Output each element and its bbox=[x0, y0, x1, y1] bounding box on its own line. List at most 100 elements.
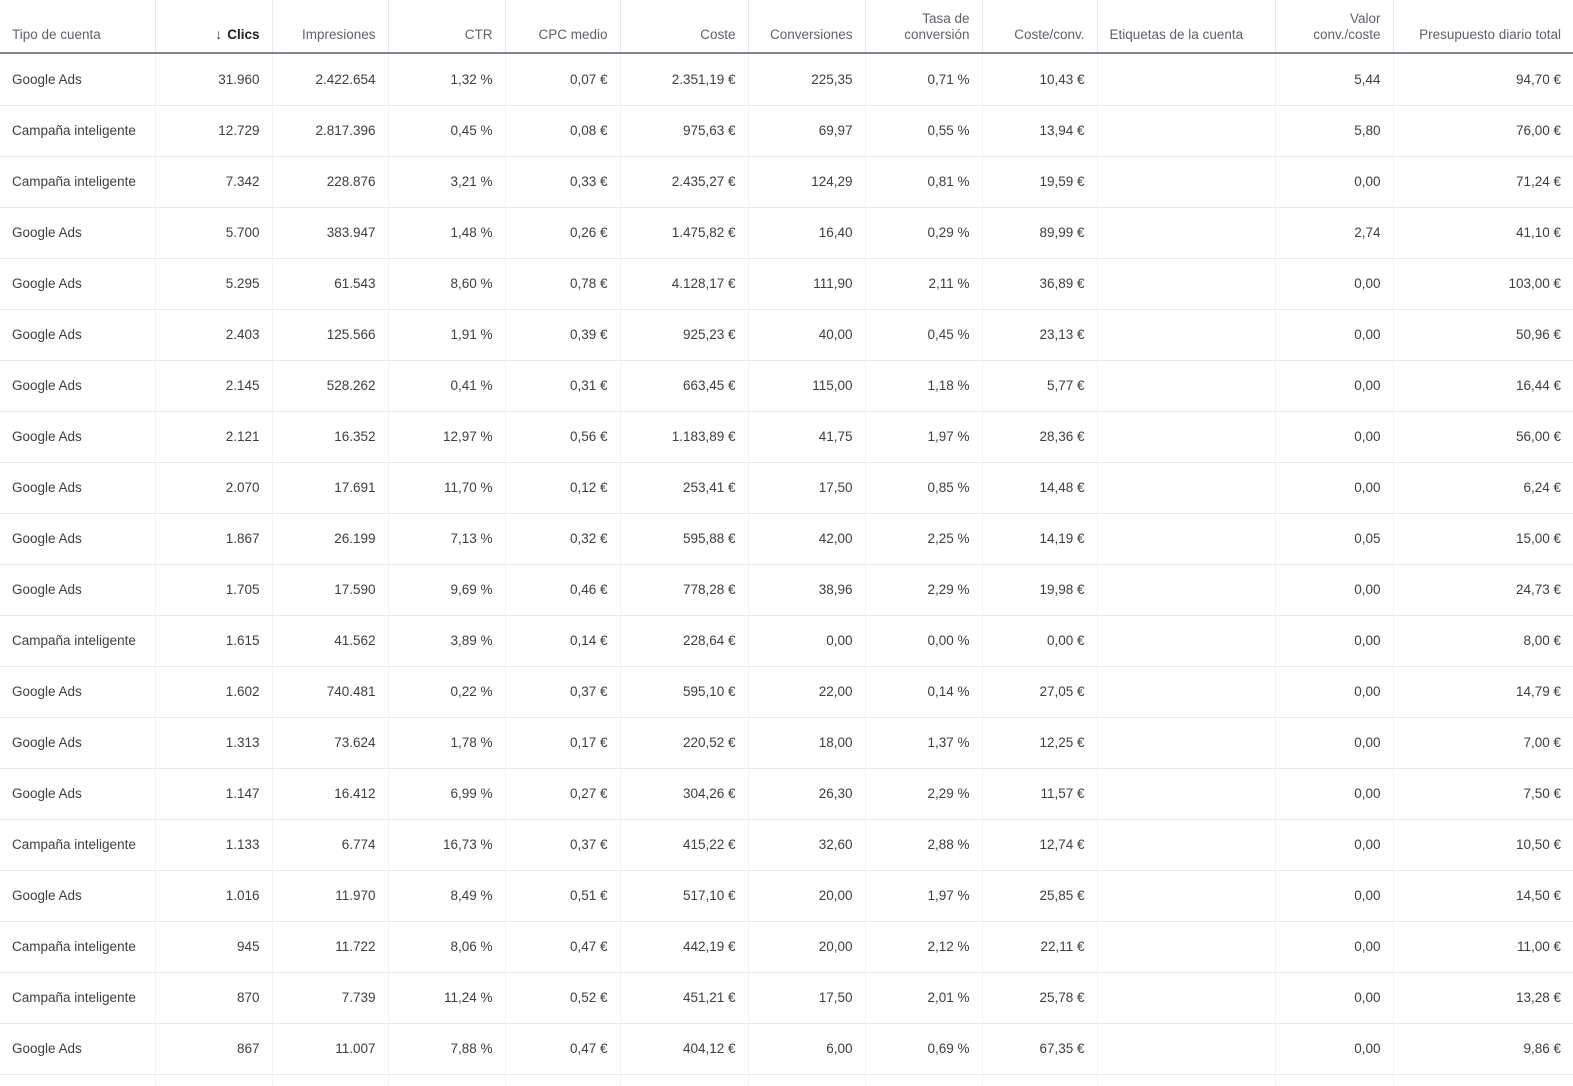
cell-clics: 31.960 bbox=[155, 54, 273, 106]
cell-etiquetas bbox=[1097, 615, 1276, 667]
cell-tipo_de_cuenta: Google Ads bbox=[0, 309, 156, 361]
table-row[interactable]: Google Ads 2.145 528.262 0,41 % 0,31 €663,45… bbox=[0, 360, 1573, 412]
table-row[interactable]: Google Ads 2.121 16.352 12,97 % 0,56 €1.183,… bbox=[0, 411, 1573, 463]
column-header-label: Tipo de cuenta bbox=[12, 27, 101, 43]
cell-coste_conv: 25,78 € bbox=[982, 972, 1098, 1024]
cell-presupuesto: 56,00 € bbox=[1393, 411, 1573, 463]
table-row[interactable]: Google Ads 5.700 383.947 1,48 % 0,26 €1.475,… bbox=[0, 207, 1573, 259]
cell-impresiones: 16.352 bbox=[272, 411, 389, 463]
cell-tipo_de_cuenta: Campaña inteligente bbox=[0, 819, 156, 871]
table-row[interactable]: Google Ads 1.602 740.481 0,22 % 0,37 €595,10… bbox=[0, 666, 1573, 718]
cell-tasa_conversion: 2,01 % bbox=[865, 972, 983, 1024]
cell-clics-partial bbox=[155, 1074, 273, 1086]
cell-cpc_medio: 0,39 € bbox=[505, 309, 621, 361]
column-header-conversiones[interactable]: Conversiones bbox=[748, 0, 866, 52]
cell-valor_conv_coste-partial bbox=[1275, 1074, 1394, 1086]
column-header-coste_conv[interactable]: Coste/conv. bbox=[982, 0, 1098, 52]
cell-valor_conv_coste: 0,00 bbox=[1275, 564, 1394, 616]
cell-conversiones: 225,35 bbox=[748, 54, 866, 106]
table-row[interactable]: Google Ads 2.403 125.566 1,91 % 0,39 €925,23… bbox=[0, 309, 1573, 361]
cell-tasa_conversion: 1,97 % bbox=[865, 411, 983, 463]
table-row[interactable]: Campaña inteligente 12.729 2.817.396 0,45 %… bbox=[0, 105, 1573, 157]
cell-clics: 12.729 bbox=[155, 105, 273, 157]
cell-ctr: 1,48 % bbox=[388, 207, 506, 259]
table-row[interactable]: Campaña inteligente 1.615 41.562 3,89 % 0,14… bbox=[0, 615, 1573, 667]
cell-tasa_conversion: 0,14 % bbox=[865, 666, 983, 718]
cell-tipo_de_cuenta: Google Ads bbox=[0, 666, 156, 718]
cell-cpc_medio-partial bbox=[505, 1074, 621, 1086]
cell-conversiones: 6,00 bbox=[748, 1023, 866, 1075]
cell-presupuesto-partial bbox=[1393, 1074, 1573, 1086]
cell-etiquetas bbox=[1097, 309, 1276, 361]
cell-etiquetas bbox=[1097, 258, 1276, 310]
cell-impresiones: 11.722 bbox=[272, 921, 389, 973]
column-header-presupuesto[interactable]: Presupuesto diario total bbox=[1393, 0, 1573, 52]
table-row[interactable]: Campaña inteligente 7.342 228.876 3,21 % 0,3… bbox=[0, 156, 1573, 208]
cell-cpc_medio: 0,78 € bbox=[505, 258, 621, 310]
cell-ctr: 0,45 % bbox=[388, 105, 506, 157]
column-header-cpc_medio[interactable]: CPC medio bbox=[505, 0, 621, 52]
column-header-ctr[interactable]: CTR bbox=[388, 0, 506, 52]
column-header-label: CPC medio bbox=[538, 27, 608, 43]
cell-etiquetas bbox=[1097, 870, 1276, 922]
cell-impresiones: 2.422.654 bbox=[272, 54, 389, 106]
table-row[interactable]: Google Ads 2.070 17.691 11,70 % 0,12 €253,41… bbox=[0, 462, 1573, 514]
table-row[interactable]: Google Ads 5.295 61.543 8,60 % 0,78 €4.128,1… bbox=[0, 258, 1573, 310]
cell-coste: 1.475,82 € bbox=[620, 207, 749, 259]
cell-ctr: 6,99 % bbox=[388, 768, 506, 820]
cell-coste: 778,28 € bbox=[620, 564, 749, 616]
cell-ctr: 11,70 % bbox=[388, 462, 506, 514]
table-row[interactable]: Campaña inteligente 870 7.739 11,24 % 0,52 €… bbox=[0, 972, 1573, 1024]
cell-tasa_conversion: 2,25 % bbox=[865, 513, 983, 565]
cell-cpc_medio: 0,12 € bbox=[505, 462, 621, 514]
cell-ctr: 8,06 % bbox=[388, 921, 506, 973]
cell-impresiones: 73.624 bbox=[272, 717, 389, 769]
cell-valor_conv_coste: 0,00 bbox=[1275, 258, 1394, 310]
table-row[interactable]: Google Ads 1.867 26.199 7,13 % 0,32 €595,88 … bbox=[0, 513, 1573, 565]
cell-clics: 5.295 bbox=[155, 258, 273, 310]
cell-presupuesto: 94,70 € bbox=[1393, 54, 1573, 106]
cell-conversiones: 20,00 bbox=[748, 921, 866, 973]
cell-coste: 595,10 € bbox=[620, 666, 749, 718]
cell-conversiones: 124,29 bbox=[748, 156, 866, 208]
cell-impresiones: 16.412 bbox=[272, 768, 389, 820]
table-row[interactable]: Campaña inteligente 1.133 6.774 16,73 % 0,37… bbox=[0, 819, 1573, 871]
table-row[interactable]: Google Ads 31.960 2.422.654 1,32 % 0,07 €2.3… bbox=[0, 54, 1573, 106]
cell-presupuesto: 6,24 € bbox=[1393, 462, 1573, 514]
cell-etiquetas bbox=[1097, 207, 1276, 259]
table-row[interactable]: Google Ads 1.705 17.590 9,69 % 0,46 €778,28 … bbox=[0, 564, 1573, 616]
cell-tipo_de_cuenta: Google Ads bbox=[0, 1023, 156, 1075]
table-row[interactable]: Campaña inteligente 945 11.722 8,06 % 0,47 €… bbox=[0, 921, 1573, 973]
table-row[interactable]: Google Ads 1.016 11.970 8,49 % 0,51 €517,10 … bbox=[0, 870, 1573, 922]
cell-etiquetas bbox=[1097, 717, 1276, 769]
column-header-tipo_de_cuenta[interactable]: Tipo de cuenta bbox=[0, 0, 156, 52]
cell-tipo_de_cuenta: Google Ads bbox=[0, 768, 156, 820]
column-header-clics[interactable]: ↓ Clics bbox=[155, 0, 273, 52]
cell-etiquetas-partial bbox=[1097, 1074, 1276, 1086]
cell-tipo_de_cuenta: Campaña inteligente bbox=[0, 615, 156, 667]
cell-ctr: 7,88 % bbox=[388, 1023, 506, 1075]
cell-impresiones: 17.691 bbox=[272, 462, 389, 514]
table-row[interactable]: Google Ads 1.147 16.412 6,99 % 0,27 €304,26 … bbox=[0, 768, 1573, 820]
cell-conversiones: 26,30 bbox=[748, 768, 866, 820]
cell-tipo_de_cuenta: Google Ads bbox=[0, 513, 156, 565]
cell-conversiones: 41,75 bbox=[748, 411, 866, 463]
table-row[interactable]: Google Ads 1.313 73.624 1,78 % 0,17 €220,52 … bbox=[0, 717, 1573, 769]
cell-valor_conv_coste: 0,00 bbox=[1275, 1023, 1394, 1075]
column-header-etiquetas[interactable]: Etiquetas de la cuenta bbox=[1097, 0, 1276, 52]
column-header-valor_conv_coste[interactable]: Valor conv./coste bbox=[1275, 0, 1394, 52]
cell-ctr: 16,73 % bbox=[388, 819, 506, 871]
cell-ctr: 3,89 % bbox=[388, 615, 506, 667]
table-row-partial[interactable] bbox=[0, 1074, 1573, 1086]
column-header-impresiones[interactable]: Impresiones bbox=[272, 0, 389, 52]
column-header-label: Clics bbox=[227, 27, 260, 43]
column-header-coste[interactable]: Coste bbox=[620, 0, 749, 52]
column-header-tasa_conversion[interactable]: Tasa de conversión bbox=[865, 0, 983, 52]
cell-tipo_de_cuenta: Google Ads bbox=[0, 462, 156, 514]
cell-clics: 2.070 bbox=[155, 462, 273, 514]
table-row[interactable]: Google Ads 867 11.007 7,88 % 0,47 €404,12 €6… bbox=[0, 1023, 1573, 1075]
cell-presupuesto: 13,28 € bbox=[1393, 972, 1573, 1024]
table-header-row: Tipo de cuenta ↓ Clics Impresiones CTR CPC me… bbox=[0, 0, 1573, 52]
cell-impresiones: 26.199 bbox=[272, 513, 389, 565]
cell-coste: 220,52 € bbox=[620, 717, 749, 769]
